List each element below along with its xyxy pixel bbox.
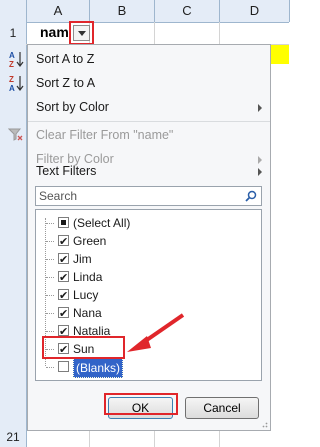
- menu-text-filters[interactable]: Text Filters: [28, 159, 270, 183]
- filter-list-item-label: (Blanks): [73, 358, 124, 378]
- column-header-c[interactable]: C: [155, 0, 220, 22]
- highlighted-cell[interactable]: [270, 45, 289, 64]
- tree-connector: [46, 241, 54, 242]
- clear-filter-icon: [7, 127, 26, 145]
- menu-clear-filter: Clear Filter From "name": [7, 123, 270, 147]
- menu-sort-by-color[interactable]: Sort by Color: [28, 95, 270, 119]
- search-box[interactable]: [35, 186, 262, 206]
- menu-sort-a-to-z[interactable]: AZ Sort A to Z: [9, 47, 270, 71]
- checkbox[interactable]: [58, 323, 69, 341]
- sort-ascending-icon: AZ: [8, 50, 26, 69]
- tree-connector: [46, 331, 54, 332]
- checkbox[interactable]: [58, 269, 69, 287]
- svg-text:Z: Z: [9, 75, 14, 84]
- search-input[interactable]: [39, 188, 239, 204]
- search-icon: [245, 190, 257, 202]
- filter-list-item-label: Nana: [73, 306, 102, 320]
- filter-list-item-label: Lucy: [73, 288, 99, 302]
- column-header-a[interactable]: A: [27, 0, 90, 22]
- tree-connector: [46, 223, 54, 224]
- checkbox[interactable]: [58, 251, 69, 269]
- annotation-highlight-ok: [104, 393, 178, 415]
- annotation-arrow-icon: [127, 313, 185, 352]
- svg-text:A: A: [9, 51, 15, 60]
- autofilter-menu: AZ Sort A to Z ZA Sort Z to A Sort by Co…: [7, 44, 271, 431]
- submenu-arrow-icon: [258, 104, 262, 112]
- cell-a1[interactable]: nam: [40, 24, 69, 40]
- checkbox[interactable]: [58, 287, 69, 305]
- menu-separator: [28, 121, 270, 122]
- menu-sort-z-to-a[interactable]: ZA Sort Z to A: [9, 71, 270, 95]
- checkbox[interactable]: [58, 305, 69, 323]
- svg-text:Z: Z: [9, 60, 14, 68]
- tree-connector: [46, 277, 54, 278]
- annotation-highlight-dropdown: [69, 21, 94, 45]
- menu-label: Sort by Color: [36, 100, 109, 114]
- checkbox[interactable]: [58, 217, 69, 228]
- row-header-21[interactable]: 21: [0, 430, 26, 447]
- row-header-1[interactable]: 1: [0, 26, 26, 40]
- menu-label: Text Filters: [36, 164, 97, 178]
- column-header-d[interactable]: D: [220, 0, 290, 22]
- menu-label: Clear Filter From "name": [36, 128, 174, 142]
- submenu-arrow-icon: [258, 168, 262, 176]
- annotation-highlight-blanks: [42, 336, 125, 359]
- sort-descending-icon: ZA: [8, 74, 26, 93]
- resize-grip-icon[interactable]: [260, 420, 268, 428]
- filter-list-item-label: Green: [73, 234, 107, 248]
- menu-label: Sort A to Z: [36, 52, 95, 66]
- cancel-button[interactable]: Cancel: [185, 397, 259, 419]
- svg-text:A: A: [9, 84, 15, 92]
- filter-list-item-label: Jim: [73, 252, 92, 266]
- tree-connector: [46, 367, 54, 368]
- tree-connector: [46, 295, 54, 296]
- filter-list-item-label: (Select All): [73, 216, 131, 230]
- checkbox[interactable]: [58, 233, 69, 251]
- checkbox[interactable]: [58, 361, 69, 372]
- tree-connector: [46, 313, 54, 314]
- filter-list-item-label: Linda: [73, 270, 103, 284]
- menu-label: Sort Z to A: [36, 76, 96, 90]
- column-header-b[interactable]: B: [90, 0, 155, 22]
- select-all-corner[interactable]: [0, 0, 27, 22]
- tree-connector: [46, 259, 54, 260]
